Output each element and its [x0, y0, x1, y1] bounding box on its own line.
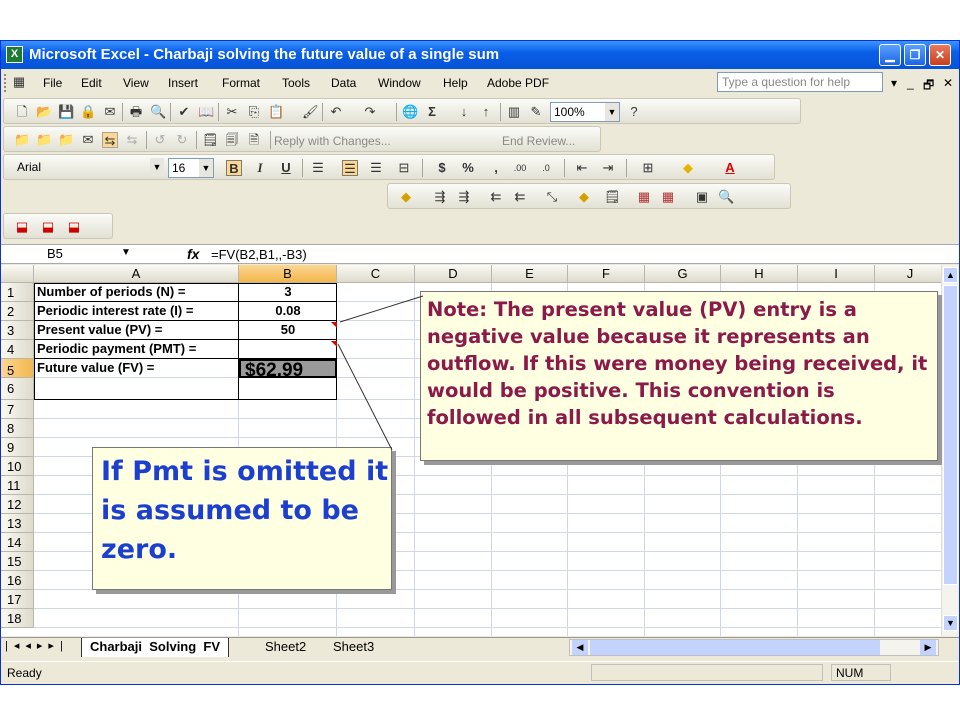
note-arrow [339, 295, 424, 323]
pmt-arrow [337, 343, 393, 451]
callout-arrows [337, 295, 424, 451]
